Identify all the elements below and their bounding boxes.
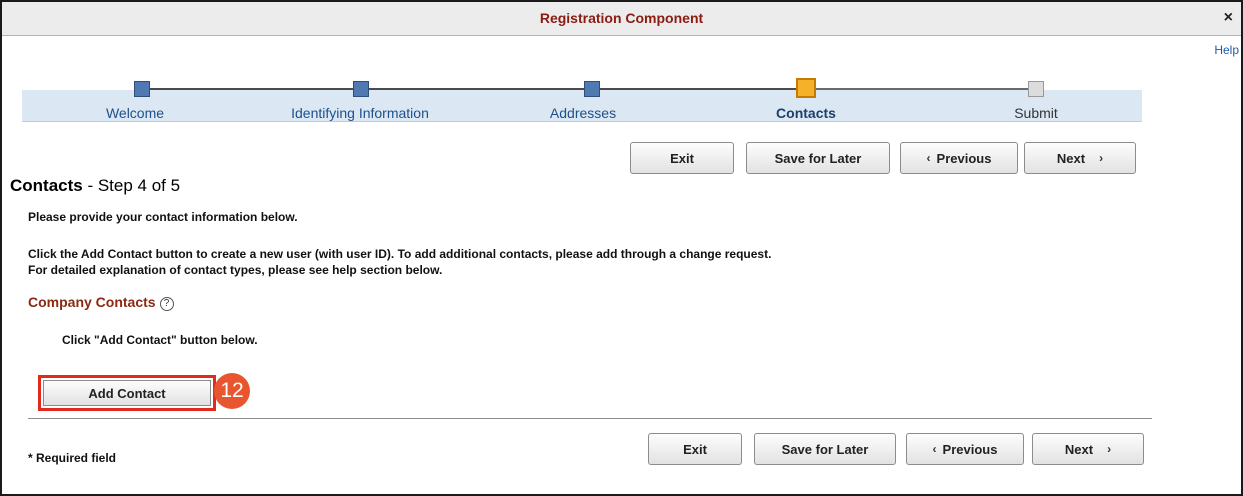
help-question-icon[interactable]: ? <box>159 297 174 311</box>
chevron-right-icon: › <box>1107 442 1112 456</box>
page-title: Contacts - Step 4 of 5 <box>10 176 180 196</box>
exit-button-top[interactable]: Exit <box>630 142 734 174</box>
add-contact-highlight: Add Contact <box>38 375 216 411</box>
previous-button-label: Previous <box>942 441 998 457</box>
step-connector <box>142 88 361 90</box>
step-label-submit: Submit <box>1014 105 1058 121</box>
step-label-addresses[interactable]: Addresses <box>550 105 616 121</box>
step-callout-badge: 12 <box>214 373 250 409</box>
next-button-label: Next <box>1056 150 1086 166</box>
chevron-right-icon: › <box>1099 151 1104 165</box>
step-connector <box>806 88 1036 90</box>
step-connector <box>361 88 592 90</box>
step-node-addresses <box>584 81 600 97</box>
instruction-text-2: For detailed explanation of contact type… <box>28 263 443 277</box>
intro-text: Please provide your contact information … <box>28 210 298 224</box>
exit-button-label: Exit <box>683 441 707 457</box>
company-contacts-heading: Company Contacts? <box>28 294 174 311</box>
next-button-label: Next <box>1064 441 1094 457</box>
required-field-note: * Required field <box>28 451 117 465</box>
footer-divider <box>28 418 1152 419</box>
previous-button-label: Previous <box>936 150 992 166</box>
step-node-contacts <box>796 78 816 98</box>
step-label-welcome[interactable]: Welcome <box>106 105 164 121</box>
exit-button-bottom[interactable]: Exit <box>648 433 742 465</box>
save-for-later-label: Save for Later <box>781 441 869 457</box>
exit-button-label: Exit <box>670 150 694 166</box>
add-contact-button[interactable]: Add Contact <box>43 380 211 406</box>
chevron-left-icon: ‹ <box>926 151 931 165</box>
company-contacts-title: Company Contacts <box>28 294 156 310</box>
step-node-welcome <box>134 81 150 97</box>
close-icon[interactable]: × <box>1224 9 1233 27</box>
step-label-identifying[interactable]: Identifying Information <box>291 105 429 121</box>
help-link[interactable]: Help <box>1214 43 1239 57</box>
next-button-top[interactable]: Next › <box>1024 142 1136 174</box>
window-title: Registration Component <box>539 10 704 26</box>
previous-button-bottom[interactable]: ‹ Previous <box>906 433 1024 465</box>
step-node-identifying <box>353 81 369 97</box>
step-node-submit <box>1028 81 1044 97</box>
page-title-main: Contacts <box>10 176 83 195</box>
step-connector <box>592 88 806 90</box>
step-label-contacts: Contacts <box>776 105 836 121</box>
title-bar: Registration Component × <box>2 2 1241 36</box>
save-for-later-label: Save for Later <box>774 150 862 166</box>
instruction-text: Click the Add Contact button to create a… <box>28 247 772 261</box>
next-button-bottom[interactable]: Next › <box>1032 433 1144 465</box>
chevron-left-icon: ‹ <box>932 442 937 456</box>
previous-button-top[interactable]: ‹ Previous <box>900 142 1018 174</box>
page-step-indicator: - Step 4 of 5 <box>82 176 181 195</box>
add-contact-hint: Click "Add Contact" button below. <box>62 333 258 347</box>
save-for-later-button-bottom[interactable]: Save for Later <box>754 433 896 465</box>
save-for-later-button-top[interactable]: Save for Later <box>746 142 890 174</box>
